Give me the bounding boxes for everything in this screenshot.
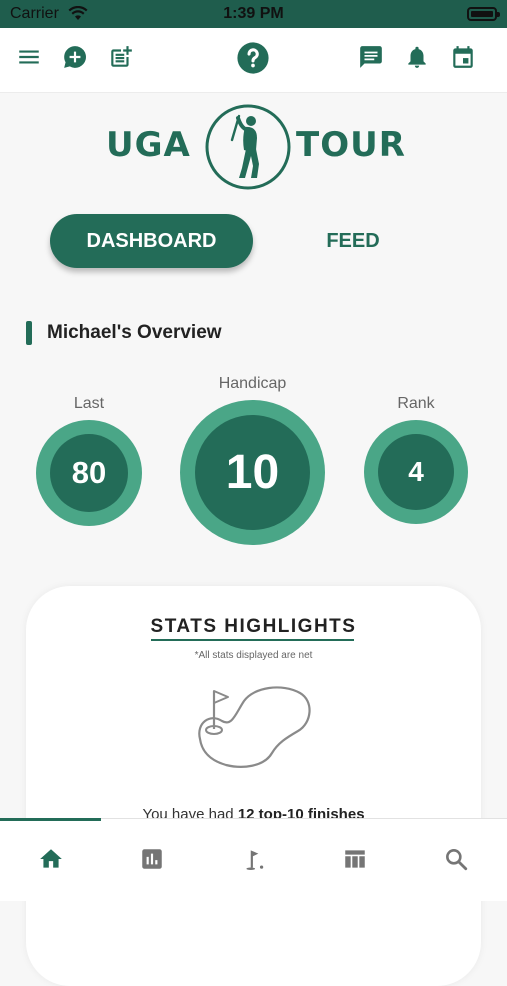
- status-time: 1:39 PM: [223, 5, 284, 22]
- post-add-icon[interactable]: [108, 44, 134, 70]
- handicap-circle[interactable]: 10: [180, 400, 325, 545]
- add-comment-icon[interactable]: [62, 44, 88, 70]
- top-app-bar: [0, 28, 507, 93]
- rank-circle[interactable]: 4: [364, 420, 468, 524]
- stats-note: *All stats displayed are net: [194, 650, 313, 661]
- handicap-value: 10: [195, 415, 310, 530]
- home-icon: [40, 849, 62, 868]
- nav-stats[interactable]: [101, 819, 202, 901]
- last-score-circle[interactable]: 80: [36, 420, 142, 526]
- last-score-value: 80: [50, 434, 128, 512]
- stats-highlights-card: [26, 586, 481, 986]
- handicap-label: Handicap: [218, 375, 287, 392]
- nav-golf-course[interactable]: [203, 819, 304, 901]
- title-underline: [151, 639, 354, 641]
- search-icon: [446, 849, 468, 871]
- logo-text-left: UGA: [106, 125, 191, 165]
- golf-course-icon: [246, 850, 264, 871]
- calendar-icon[interactable]: [450, 44, 476, 70]
- golfer-emblem-icon: [205, 104, 291, 190]
- battery-icon: [467, 7, 500, 21]
- logo-text-right: TOUR: [296, 125, 406, 165]
- tab-dashboard[interactable]: DASHBOARD: [50, 214, 253, 268]
- tab-feed[interactable]: FEED: [290, 214, 416, 268]
- uga-tour-logo: UGA TOUR: [0, 100, 507, 192]
- stats-icon: [142, 849, 162, 869]
- bell-icon[interactable]: [404, 44, 430, 70]
- nav-home[interactable]: [0, 819, 101, 901]
- nav-search[interactable]: [405, 819, 506, 901]
- help-icon[interactable]: [236, 41, 270, 75]
- nav-table[interactable]: [304, 819, 405, 901]
- last-label: Last: [73, 395, 105, 412]
- bottom-navigation: [0, 818, 507, 901]
- rank-label: Rank: [397, 395, 435, 412]
- stats-highlights-title: STATS HIGHLIGHTS: [150, 616, 357, 637]
- overview-title: Michael's Overview: [47, 322, 222, 343]
- table-icon: [345, 850, 365, 868]
- status-bar: Carrier 1:39 PM: [0, 0, 507, 28]
- golf-green-icon: [198, 686, 311, 768]
- rank-value: 4: [378, 434, 454, 510]
- section-accent-bar: [26, 321, 32, 345]
- message-icon[interactable]: [358, 44, 384, 70]
- menu-icon[interactable]: [16, 44, 42, 70]
